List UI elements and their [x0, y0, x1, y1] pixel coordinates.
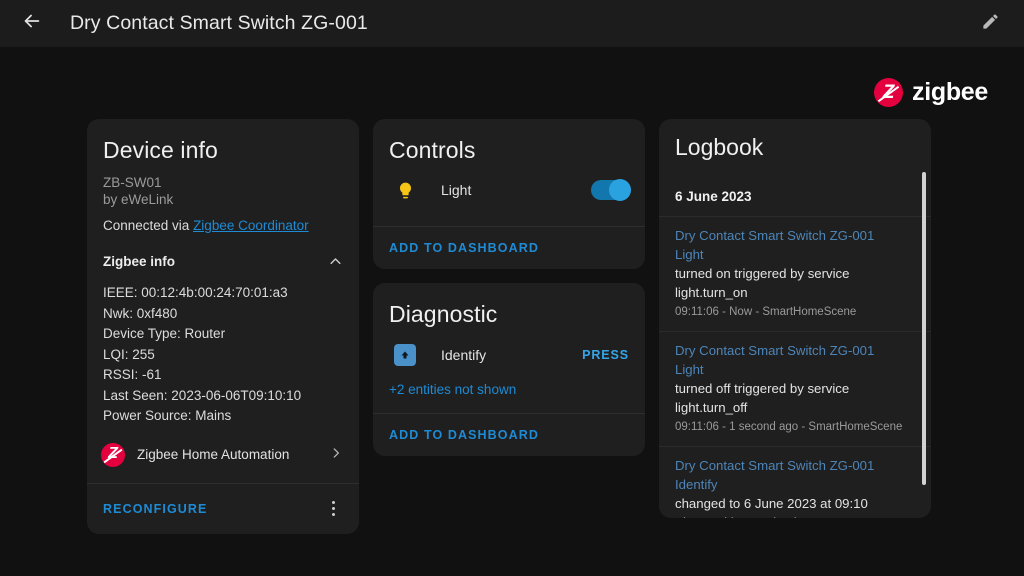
integration-label: Zigbee Home Automation [137, 447, 290, 462]
controls-footer: ADD TO DASHBOARD [373, 226, 645, 269]
logbook-date-header: 6 June 2023 [675, 189, 752, 204]
entity-row-light[interactable]: Light [389, 174, 631, 210]
column-device-info: Device info ZB-SW01 by eWeLink Connected… [87, 119, 359, 534]
dot [331, 501, 335, 504]
zigbee-mark-icon: Z [874, 78, 903, 107]
logbook-entry-meta: 09:11:06 - 1 second ago - SmartHomeScene [675, 421, 903, 433]
diagnostic-footer: ADD TO DASHBOARD [373, 413, 645, 456]
logbook-entry[interactable]: Dry Contact Smart Switch ZG-001 Light tu… [659, 216, 931, 331]
attribute-row: RSSI: -61 [103, 367, 162, 382]
logbook-entry-entity[interactable]: Dry Contact Smart Switch ZG-001 Identify [675, 456, 903, 494]
zigbee-info-label: Zigbee info [103, 253, 175, 269]
controls-body: Light [373, 174, 645, 226]
lightbulb-icon [389, 181, 421, 200]
column-controls-diagnostic: Controls Light ADD TO DASHBOARD Diagnost… [373, 119, 645, 456]
integration-row-zha[interactable]: Z Zigbee Home Automation [101, 442, 343, 467]
back-button[interactable] [12, 4, 52, 44]
attribute-row: Device Type: Router [103, 326, 226, 341]
logbook-entry-message: turned on triggered by service light.tur… [675, 266, 850, 300]
arrow-left-icon [21, 10, 43, 37]
logbook-scrollbar[interactable] [922, 172, 926, 485]
zigbee-wordmark: zigbee [912, 78, 988, 106]
cards-board: Device info ZB-SW01 by eWeLink Connected… [87, 119, 933, 534]
chevron-right-icon [329, 446, 343, 464]
identify-icon-tile [394, 344, 416, 366]
logbook-entry[interactable]: Dry Contact Smart Switch ZG-001 Light tu… [659, 331, 931, 446]
device-info-body: ZB-SW01 by eWeLink Connected via Zigbee … [87, 174, 359, 483]
attribute-row: Power Source: Mains [103, 408, 232, 423]
device-info-card: Device info ZB-SW01 by eWeLink Connected… [87, 119, 359, 534]
device-model: ZB-SW01 [103, 175, 162, 190]
zigbee-coordinator-link[interactable]: Zigbee Coordinator [193, 218, 309, 233]
logbook-entry-message: changed to 6 June 2023 at 09:10 triggere… [675, 496, 868, 518]
app-bar: Dry Contact Smart Switch ZG-001 [0, 0, 1024, 47]
add-to-dashboard-button[interactable]: ADD TO DASHBOARD [389, 428, 539, 442]
column-logbook: Logbook 6 June 2023 Dry Contact Smart Sw… [659, 119, 931, 518]
logbook-entry-meta: 09:11:06 - Now - SmartHomeScene [675, 306, 857, 318]
edit-button[interactable] [970, 4, 1010, 44]
logbook-title: Logbook [675, 134, 764, 160]
page-title: Dry Contact Smart Switch ZG-001 [70, 12, 368, 34]
zigbee-info-section-toggle[interactable]: Zigbee info [103, 253, 343, 269]
chevron-up-icon [327, 253, 343, 269]
dot [331, 513, 335, 516]
device-info-footer: RECONFIGURE [87, 482, 359, 534]
diagnostic-title: Diagnostic [389, 301, 498, 327]
connected-via-line: Connected via Zigbee Coordinator [103, 217, 343, 235]
identify-icon [389, 344, 421, 366]
device-info-title: Device info [103, 137, 218, 163]
attribute-row: IEEE: 00:12:4b:00:24:70:01:a3 [103, 285, 288, 300]
add-to-dashboard-button[interactable]: ADD TO DASHBOARD [389, 241, 539, 255]
diagnostic-card: Diagnostic Identify PRESS +2 entities no… [373, 283, 645, 456]
logbook-scroll-area[interactable]: 6 June 2023 Dry Contact Smart Switch ZG-… [659, 179, 931, 518]
controls-card: Controls Light ADD TO DASHBOARD [373, 119, 645, 269]
attribute-row: Nwk: 0xf480 [103, 305, 178, 321]
logbook-card: Logbook 6 June 2023 Dry Contact Smart Sw… [659, 119, 931, 518]
entity-label-identify: Identify [441, 347, 487, 363]
zigbee-brand-logo: Z zigbee [874, 78, 988, 107]
pencil-icon [981, 12, 1000, 36]
reconfigure-button[interactable]: RECONFIGURE [103, 502, 207, 516]
dot [331, 507, 335, 510]
logbook-entry[interactable]: Dry Contact Smart Switch ZG-001 Identify… [659, 446, 931, 518]
zigbee-attributes-list: IEEE: 00:12:4b:00:24:70:01:a3 Nwk: 0xf48… [103, 283, 343, 427]
device-manufacturer: by eWeLink [103, 192, 174, 207]
entities-not-shown-link[interactable]: +2 entities not shown [389, 382, 629, 397]
logbook-entry-entity[interactable]: Dry Contact Smart Switch ZG-001 Light [675, 226, 903, 264]
connected-via-prefix: Connected via [103, 218, 194, 233]
toggle-knob [609, 179, 631, 201]
diagnostic-body: Identify PRESS +2 entities not shown [373, 338, 645, 413]
more-vertical-icon[interactable] [323, 498, 343, 520]
entity-label-light: Light [441, 182, 472, 198]
controls-title: Controls [389, 137, 476, 163]
attribute-row: Last Seen: 2023-06-06T09:10:10 [103, 387, 302, 403]
zigbee-mark-icon: Z [101, 442, 125, 467]
attribute-row: LQI: 255 [103, 346, 155, 362]
logbook-entry-message: turned off triggered by service light.tu… [675, 381, 850, 415]
light-toggle-switch[interactable] [591, 179, 631, 201]
identify-press-button[interactable]: PRESS [582, 348, 629, 362]
entity-row-identify[interactable]: Identify PRESS [389, 338, 629, 376]
logbook-entry-entity[interactable]: Dry Contact Smart Switch ZG-001 Light [675, 341, 903, 379]
